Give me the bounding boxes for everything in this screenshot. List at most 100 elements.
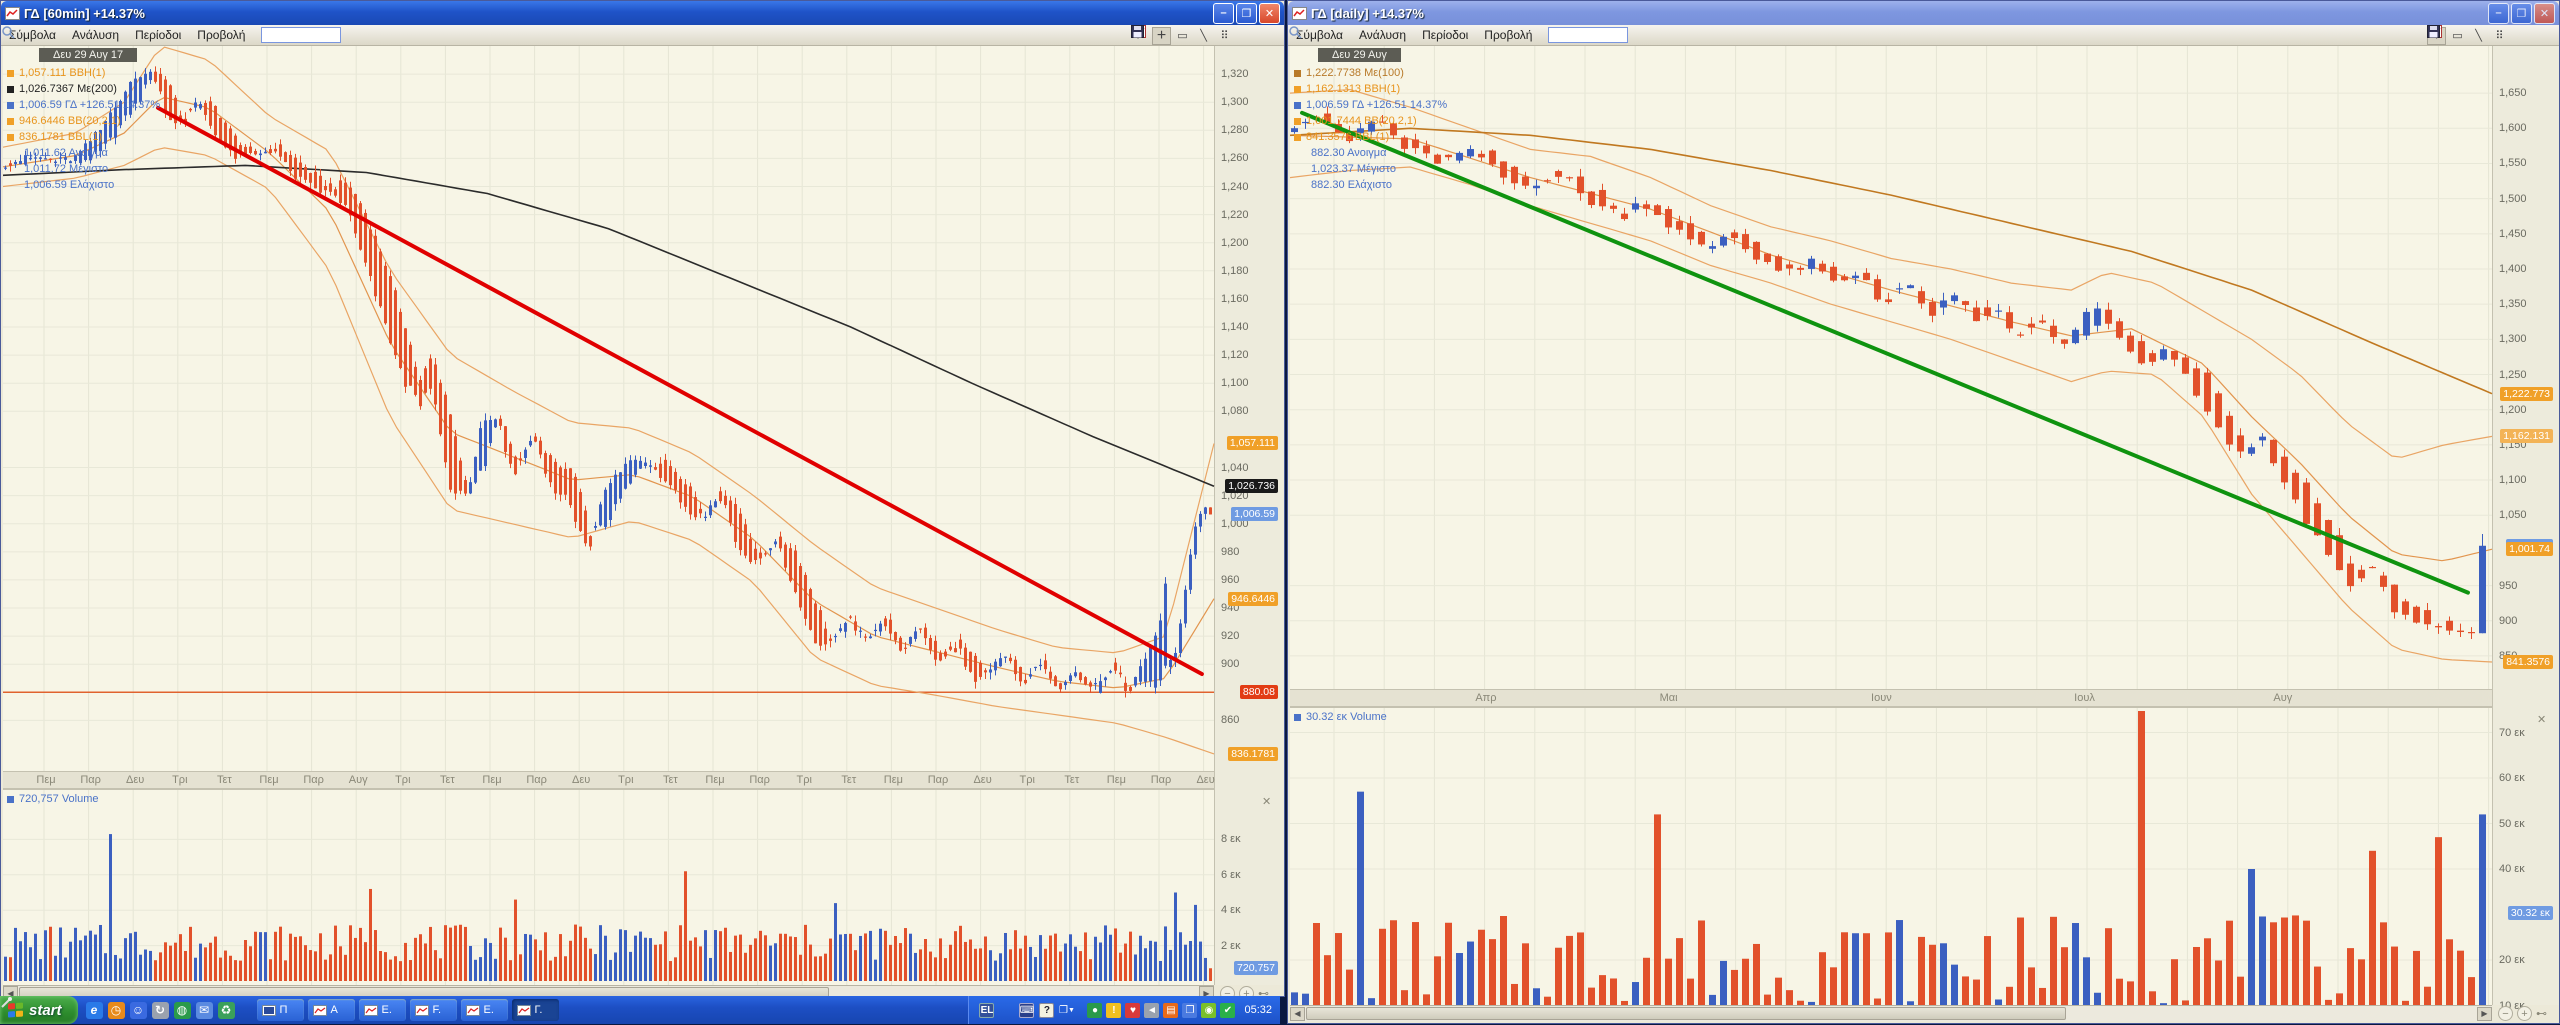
time-axis-label: Τρι (172, 774, 187, 786)
legend-row: 882.30 Ελάχιστο (1294, 177, 1447, 193)
volume-icon[interactable]: ◄ (1144, 1003, 1159, 1018)
zoom-controls: −+ ⊷ (2498, 1006, 2547, 1021)
price-tag: 1,222.773 (2500, 387, 2553, 401)
messenger-icon[interactable]: ☺ (130, 1002, 147, 1019)
time-axis-label: Μαι (1660, 692, 1678, 704)
price-pane-background (3, 46, 1214, 985)
price-tick-label: 1,300 (2499, 333, 2527, 345)
sync-check-icon[interactable]: ✔ (1220, 1003, 1235, 1018)
restore-panel-icon[interactable]: ❐▼ (1059, 1003, 1074, 1018)
price-tick-label: 860 (1221, 714, 1239, 726)
legend-row: 836.1781 BBL(1) (7, 129, 160, 145)
volume-tick-label: 70 εκ (2499, 727, 2525, 739)
time-axis-label: Δευ (973, 774, 991, 786)
zoom-out-button[interactable]: − (2498, 1006, 2513, 1021)
time-axis-label: Πεμ (1107, 774, 1126, 786)
legend-row: 1,006.59 ΓΔ +126.51 14.37% (7, 97, 160, 113)
system-tray: EL ⌨ ? ❐▼ ●!♥◄▤❐◉✔ 05:32 (968, 996, 1280, 1024)
taskbar-button-Γ.[interactable]: Γ. (512, 999, 559, 1021)
price-tick-label: 1,550 (2499, 157, 2527, 169)
taskbar-button-A[interactable]: A (308, 999, 355, 1021)
taskbar-button-E.[interactable]: E. (461, 999, 508, 1021)
price-tick-label: 1,100 (1221, 377, 1249, 389)
legend-row: 1,057.111 BBH(1) (7, 65, 160, 81)
monitor-eye-icon[interactable]: ◉ (1201, 1003, 1216, 1018)
time-axis-label: Ιουλ (2074, 692, 2095, 704)
taskbar-button-F.[interactable]: F. (410, 999, 457, 1021)
price-tag: 1,026.736 (1225, 479, 1278, 493)
price-tick-label: 1,650 (2499, 87, 2527, 99)
volume-tick-label: 60 εκ (2499, 772, 2525, 784)
price-tick-label: 1,140 (1221, 321, 1249, 333)
price-tick-label: 900 (1221, 658, 1239, 670)
scrollbar-thumb[interactable] (1306, 1007, 2066, 1020)
horizontal-scrollbar[interactable]: ◀▶ (1290, 1005, 2492, 1021)
chart-app-icon (364, 1005, 378, 1016)
indicator-legend: 1,057.111 BBH(1)1,026.7367 Με(200)1,006.… (7, 65, 160, 193)
time-axis-label: Τετ (841, 774, 856, 786)
volume-pane-close-icon[interactable]: ✕ (2537, 713, 2546, 726)
sync-icon[interactable]: ↻ (152, 1002, 169, 1019)
help-icon[interactable]: ? (1039, 1003, 1054, 1018)
zoom-in-button[interactable]: + (2517, 1006, 2532, 1021)
scroll-right-arrow[interactable]: ▶ (2477, 1007, 2492, 1021)
legend-row: 1,011.72 Μέγιστο (7, 161, 160, 177)
scheduler-icon[interactable]: ◷ (108, 1002, 125, 1019)
price-tick-label: 1,450 (2499, 228, 2527, 240)
price-tick-label: 1,280 (1221, 124, 1249, 136)
price-tick-label: 1,100 (2499, 474, 2527, 486)
network-status-icon[interactable]: ● (1087, 1003, 1102, 1018)
volume-legend: 30.32 εκ Volume (1294, 711, 1387, 723)
globe-icon[interactable]: ◍ (174, 1002, 191, 1019)
document-alert-icon[interactable]: ▤ (1163, 1003, 1178, 1018)
time-axis-label: Πεμ (482, 774, 501, 786)
updates-icon[interactable]: ❐ (1182, 1003, 1197, 1018)
price-axis: 1,6501,6001,5501,5001,4501,4001,3501,300… (2492, 46, 2559, 1005)
price-tick-label: 1,080 (1221, 405, 1249, 417)
time-axis-label: Πεμ (259, 774, 278, 786)
taskbar-button-Π[interactable]: Π (257, 999, 304, 1021)
legend-row: 1,222.7738 Με(100) (1294, 65, 1447, 81)
price-tick-label: 1,240 (1221, 181, 1249, 193)
volume-pane-close-icon[interactable]: ✕ (1262, 795, 1271, 808)
price-tag: 1,006.59 (1231, 507, 1278, 521)
price-tag: 841.3576 (2503, 655, 2553, 669)
price-tag: 836.1781 (1228, 747, 1278, 761)
price-tick-label: 1,180 (1221, 265, 1249, 277)
pen-input-icon[interactable] (999, 1003, 1014, 1018)
time-axis-label: Παρ (749, 774, 770, 786)
legend-row: 1,006.59 ΓΔ +126.51 14.37% (1294, 97, 1447, 113)
price-tick-label: 1,220 (1221, 209, 1249, 221)
language-indicator[interactable]: EL (979, 1003, 994, 1018)
time-axis-label: Τρι (395, 774, 410, 786)
volume-legend: 720,757 Volume (7, 793, 99, 805)
time-axis-label: Παρ (303, 774, 324, 786)
chart-window-daily: ΓΔ [daily] +14.37% – ❐ ✕ ΣύμβολαΑνάλυσηΠ… (1287, 0, 2560, 1024)
scroll-left-arrow[interactable]: ◀ (1290, 1007, 1305, 1021)
zoom-fit-button[interactable]: ⊷ (2536, 1007, 2547, 1020)
legend-row: 882.30 Ανοιγμα (1294, 145, 1447, 161)
keyboard-icon[interactable]: ⌨ (1019, 1003, 1034, 1018)
time-axis-label: Τρι (796, 774, 811, 786)
legend-row: 1,011.62 Ανοιγμα (7, 145, 160, 161)
price-tick-label: 980 (1221, 546, 1239, 558)
volume-tag: 30.32 εκ (2508, 906, 2553, 920)
price-tag: 1,001.74 (2506, 542, 2553, 556)
time-axis-label: Παρ (928, 774, 949, 786)
price-tick-label: 920 (1221, 630, 1239, 642)
volume-tick-label: 4 εκ (1221, 904, 1241, 916)
crosshair-date-tooltip: Δευ 29 Αυγ (1318, 48, 1401, 62)
price-tag: 1,162.131 (2500, 429, 2553, 443)
legend-row: 1,006.59 Ελάχιστο (7, 177, 160, 193)
mail-app-icon[interactable]: ✉ (196, 1002, 213, 1019)
security-shield-icon[interactable]: ! (1106, 1003, 1121, 1018)
chart-window-60min: ΓΔ [60min] +14.37% – ❐ ✕ ΣύμβολαΑνάλυσηΠ… (0, 0, 1285, 997)
mail-notify-icon[interactable]: ♥ (1125, 1003, 1140, 1018)
chart-app-icon (313, 1005, 327, 1016)
price-tick-label: 1,600 (2499, 122, 2527, 134)
time-axis-label: Τρι (1019, 774, 1034, 786)
volume-tick-label: 20 εκ (2499, 954, 2525, 966)
recycle-icon[interactable]: ♻ (218, 1002, 235, 1019)
ie-browser-icon[interactable]: e (86, 1002, 103, 1019)
taskbar-button-E.[interactable]: E. (359, 999, 406, 1021)
